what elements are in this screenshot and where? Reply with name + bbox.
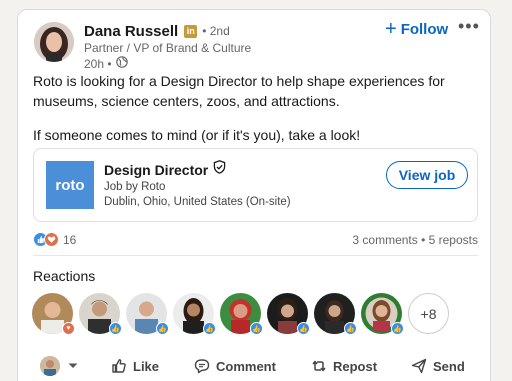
reactor-avatars: ♥ 👍 👍 👍 👍 👍 👍 👍 +8: [32, 293, 449, 335]
like-button[interactable]: Like: [111, 354, 159, 378]
reactor-avatar[interactable]: 👍: [361, 293, 404, 335]
reactions-heading: Reactions: [33, 268, 96, 284]
reactor-avatar[interactable]: 👍: [126, 293, 169, 335]
post-time: 20h •: [84, 56, 112, 71]
reaction-identity-picker[interactable]: [40, 354, 78, 378]
plus-icon: +: [385, 18, 397, 40]
send-button[interactable]: Send: [411, 354, 465, 378]
reactor-avatar[interactable]: 👍: [220, 293, 263, 335]
job-title[interactable]: Design Director: [104, 162, 208, 178]
post-paragraph-2: If someone comes to mind (or if it's you…: [33, 127, 361, 143]
premium-badge-icon: in: [184, 24, 198, 38]
comments-reposts-count[interactable]: 3 comments • 5 reposts: [352, 233, 478, 247]
reactor-avatar[interactable]: 👍: [267, 293, 310, 335]
verified-shield-icon: [213, 160, 226, 179]
author-headline: Partner / VP of Brand & Culture: [84, 41, 252, 55]
reaction-count: 16: [63, 232, 77, 247]
job-location: Dublin, Ohio, United States (On-site): [104, 196, 291, 208]
more-reactions-button[interactable]: +8: [408, 293, 449, 334]
follow-button[interactable]: + Follow: [385, 18, 448, 40]
connection-degree: • 2nd: [202, 24, 230, 38]
like-badge-icon: 👍: [297, 322, 310, 335]
like-label: Like: [133, 358, 160, 374]
reactor-avatar[interactable]: 👍: [79, 293, 122, 335]
more-options-icon[interactable]: •••: [458, 16, 480, 37]
author-block: Dana Russell in • 2nd Partner / VP of Br…: [84, 21, 251, 72]
post-body: Roto is looking for a Design Director to…: [33, 71, 483, 159]
self-avatar: [40, 356, 60, 376]
send-label: Send: [433, 358, 465, 374]
send-icon: [411, 358, 427, 374]
chevron-down-icon: [68, 363, 78, 369]
comment-button[interactable]: Comment: [194, 354, 276, 378]
repost-button[interactable]: Repost: [311, 354, 377, 378]
globe-icon: [115, 56, 128, 72]
like-badge-icon: 👍: [391, 322, 404, 335]
roto-logo: roto: [46, 161, 94, 209]
social-counts: 16 3 comments • 5 reposts: [33, 232, 478, 248]
love-reaction-icon: [44, 232, 59, 247]
post-card: Dana Russell in • 2nd Partner / VP of Br…: [17, 9, 491, 381]
like-badge-icon: 👍: [109, 322, 122, 335]
repost-icon: [311, 358, 327, 374]
reactor-avatar[interactable]: 👍: [314, 293, 357, 335]
like-badge-icon: 👍: [250, 322, 263, 335]
like-badge-icon: 👍: [156, 322, 169, 335]
post-meta: 20h •: [84, 56, 251, 72]
view-job-button[interactable]: View job: [386, 161, 468, 189]
repost-label: Repost: [333, 358, 378, 374]
reaction-summary[interactable]: 16: [33, 232, 76, 247]
divider: [33, 255, 478, 256]
like-badge-icon: 👍: [203, 322, 216, 335]
action-bar: Like Comment Repost Send: [18, 354, 492, 378]
like-badge-icon: 👍: [344, 322, 357, 335]
reactor-avatar[interactable]: ♥: [32, 293, 75, 335]
love-badge-icon: ♥: [62, 322, 75, 335]
author-name[interactable]: Dana Russell: [84, 23, 178, 40]
author-avatar[interactable]: [34, 22, 74, 62]
job-details: Job by Roto Dublin, Ohio, United States …: [104, 180, 291, 210]
like-icon: [111, 358, 127, 374]
job-card[interactable]: roto Design Director Job by Roto Dublin,…: [33, 148, 478, 222]
post-paragraph-1: Roto is looking for a Design Director to…: [33, 73, 445, 109]
reactor-avatar[interactable]: 👍: [173, 293, 216, 335]
comment-label: Comment: [216, 358, 276, 374]
comment-icon: [194, 358, 210, 374]
job-company: Job by Roto: [104, 181, 166, 193]
follow-label: Follow: [400, 20, 449, 38]
